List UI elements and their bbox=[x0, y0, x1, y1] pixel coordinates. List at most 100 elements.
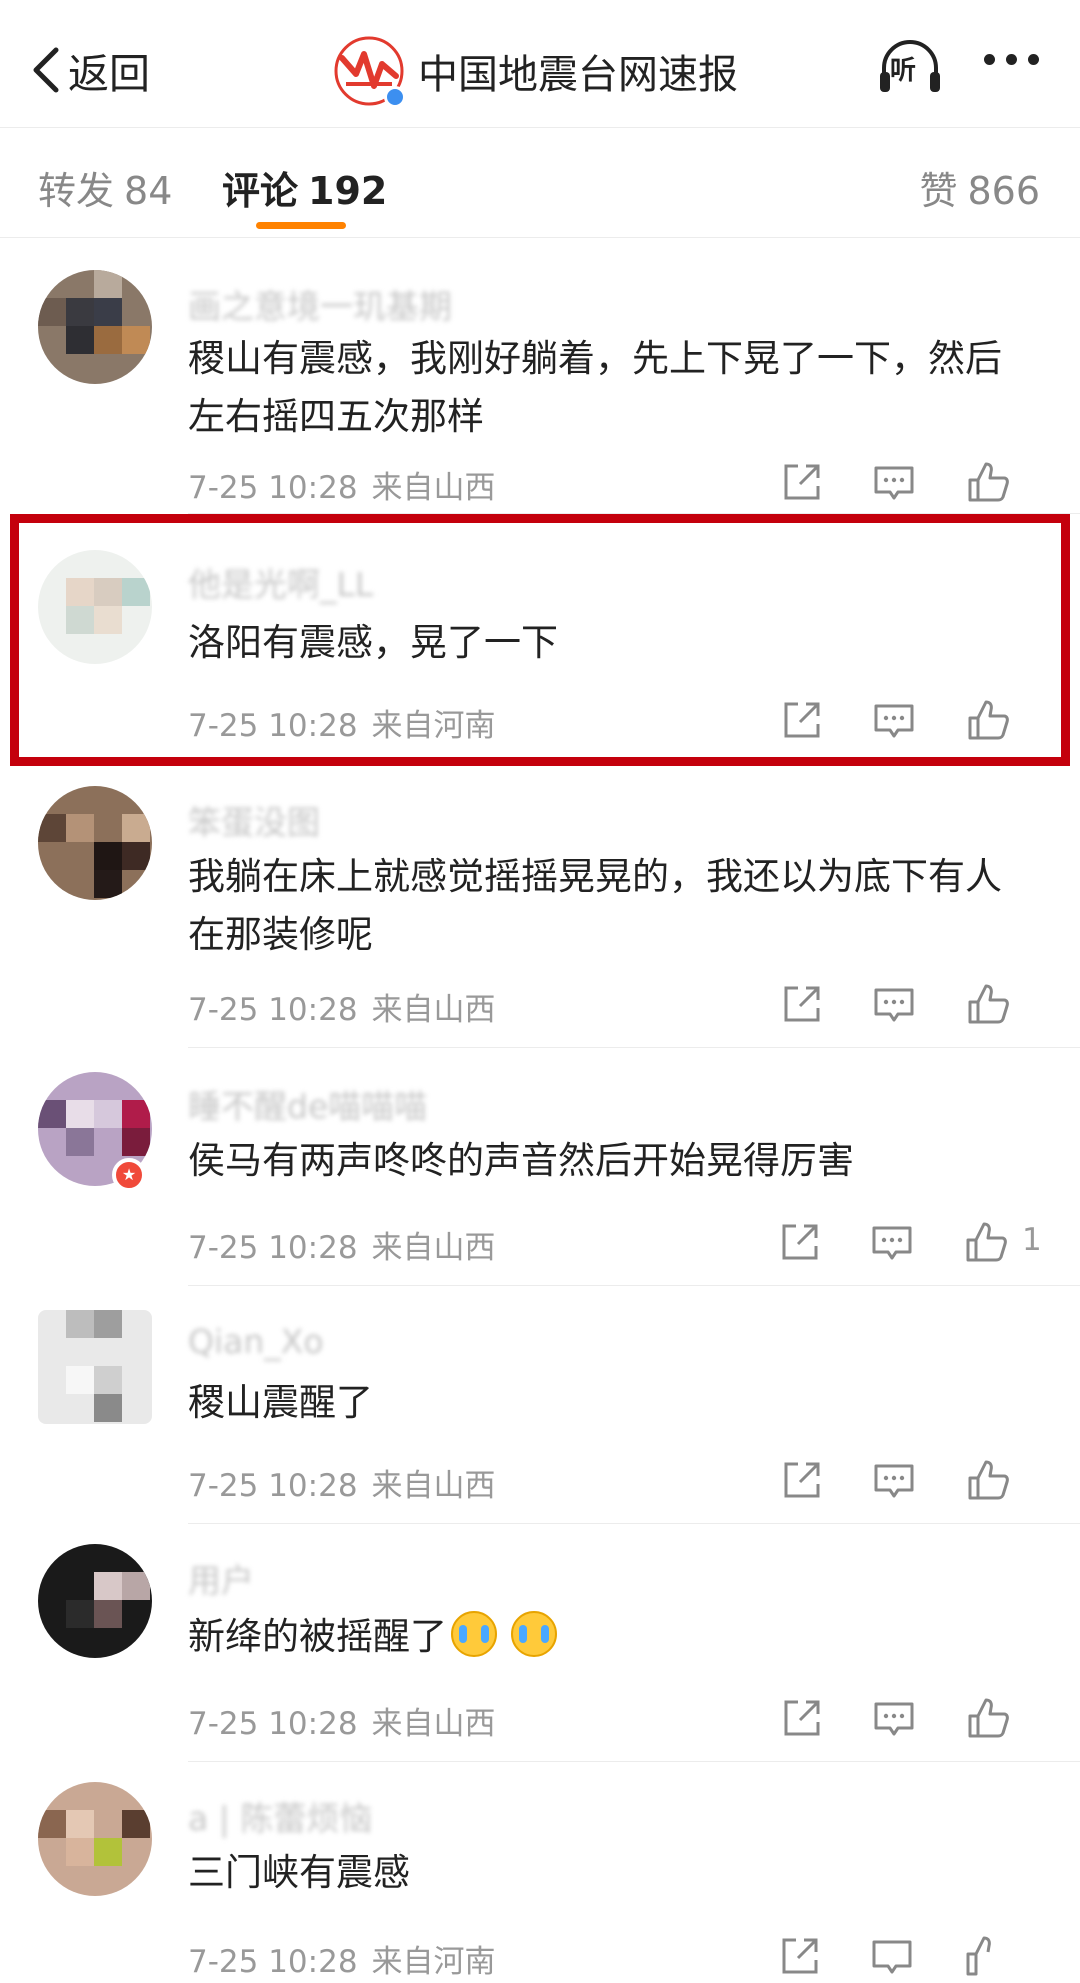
username[interactable]: 笨蛋没图 bbox=[188, 796, 320, 844]
vip-badge-icon: ★ bbox=[112, 1158, 146, 1192]
avatar[interactable] bbox=[38, 270, 152, 384]
reply-button[interactable] bbox=[872, 982, 916, 1026]
username[interactable]: Qian_Xo bbox=[188, 1322, 324, 1361]
username[interactable]: a | 陈蕾烦恼 bbox=[188, 1792, 372, 1840]
comment-time: 7-25 10:28 bbox=[188, 1468, 358, 1504]
comment-region: 来自山西 bbox=[371, 1706, 496, 1742]
tab-comment[interactable]: 评论 192 bbox=[222, 160, 387, 215]
share-icon bbox=[782, 1224, 818, 1260]
share-button[interactable] bbox=[780, 982, 824, 1026]
comment-icon bbox=[872, 1226, 912, 1260]
like-button[interactable] bbox=[966, 1696, 1010, 1740]
avatar[interactable] bbox=[38, 1544, 152, 1658]
comment-item: 笨蛋没图 我躺在床上就感觉摇摇晃晃的，我还以为底下有人在那装修呢 7-25 10… bbox=[0, 766, 1080, 1048]
like-button[interactable] bbox=[966, 698, 1010, 742]
comment-actions bbox=[780, 1458, 1080, 1502]
comment-text: 稷山震醒了 bbox=[188, 1381, 373, 1424]
comment-actions bbox=[780, 698, 1080, 742]
like-button[interactable] bbox=[966, 460, 1010, 504]
avatar[interactable] bbox=[38, 786, 152, 900]
reply-button[interactable] bbox=[872, 698, 916, 742]
comment-region: 来自山西 bbox=[371, 1230, 496, 1266]
comment-item: Qian_Xo 稷山震醒了 7-25 10:28 来自山西 bbox=[0, 1286, 1080, 1524]
top-bar: 返回 中国地震台网速报 听 bbox=[0, 0, 1080, 128]
account-logo bbox=[334, 36, 406, 108]
like-button[interactable] bbox=[966, 982, 1010, 1026]
comment-icon bbox=[874, 466, 914, 500]
share-icon bbox=[782, 1938, 818, 1974]
share-button[interactable] bbox=[778, 1934, 822, 1978]
comment-actions: 1 bbox=[778, 1220, 1052, 1264]
reply-button[interactable] bbox=[872, 1696, 916, 1740]
share-button[interactable] bbox=[780, 698, 824, 742]
like-button[interactable] bbox=[966, 1458, 1010, 1502]
thumbs-up-icon bbox=[968, 984, 1009, 1024]
share-icon bbox=[784, 1462, 820, 1498]
avatar[interactable] bbox=[38, 550, 152, 664]
comment-region: 来自河南 bbox=[371, 708, 496, 744]
comment-time: 7-25 10:28 bbox=[188, 708, 358, 744]
laughing-crying-emoji-icon bbox=[511, 1611, 557, 1657]
laughing-crying-emoji-icon bbox=[451, 1611, 497, 1657]
comment-item: 画之意境一玑基期 稷山有震感，我刚好躺着，先上下晃了一下，然后左右摇四五次那样 … bbox=[0, 238, 1080, 514]
listen-button[interactable]: 听 bbox=[876, 36, 944, 96]
back-button[interactable]: 返回 bbox=[28, 40, 150, 100]
tab-like-count: 866 bbox=[967, 169, 1040, 213]
comment-text: 洛阳有震感，晃了一下 bbox=[188, 621, 558, 664]
reply-button[interactable] bbox=[870, 1220, 914, 1264]
comment-item: 用户 新绛的被摇醒了 7-25 10:28 来自山西 bbox=[0, 1524, 1080, 1762]
share-button[interactable] bbox=[780, 460, 824, 504]
comment-icon bbox=[874, 704, 914, 738]
more-button[interactable] bbox=[984, 54, 1039, 65]
username[interactable]: 睡不醒de喵喵喵 bbox=[188, 1080, 427, 1128]
reply-button[interactable] bbox=[872, 1458, 916, 1502]
share-icon bbox=[784, 986, 820, 1022]
share-button[interactable] bbox=[780, 1696, 824, 1740]
account-title[interactable]: 中国地震台网速报 bbox=[334, 36, 738, 108]
listen-label: 听 bbox=[890, 56, 917, 86]
like-button[interactable] bbox=[964, 1220, 1008, 1264]
comment-meta: 7-25 10:28 来自山西 bbox=[188, 1698, 496, 1743]
comment-region: 来自山西 bbox=[371, 470, 496, 506]
avatar[interactable] bbox=[38, 1310, 152, 1424]
thumbs-up-icon bbox=[968, 700, 1009, 740]
avatar[interactable] bbox=[38, 1782, 152, 1896]
verified-badge-icon bbox=[384, 86, 406, 108]
like-count: 1 bbox=[1022, 1222, 1042, 1258]
tab-active-indicator bbox=[256, 222, 346, 229]
reply-button[interactable] bbox=[870, 1934, 914, 1978]
thumbs-up-icon bbox=[968, 1460, 1009, 1500]
username[interactable]: 用户 bbox=[188, 1554, 254, 1602]
share-icon bbox=[784, 702, 820, 738]
thumbs-up-icon bbox=[966, 1936, 991, 1976]
comment-meta: 7-25 10:28 来自山西 bbox=[188, 984, 496, 1029]
comment-item: 他是光啊_LL 洛阳有震感，晃了一下 7-25 10:28 来自河南 bbox=[0, 514, 1080, 766]
comment-icon bbox=[872, 1940, 912, 1974]
comment-meta: 7-25 10:28 来自河南 bbox=[188, 700, 496, 745]
comment-text: 我躺在床上就感觉摇摇晃晃的，我还以为底下有人在那装修呢 bbox=[188, 855, 1002, 956]
tab-like[interactable]: 赞 866 bbox=[919, 160, 1040, 215]
more-dot-icon bbox=[1028, 54, 1039, 65]
comment-meta: 7-25 10:28 来自山西 bbox=[188, 462, 496, 507]
comment-actions bbox=[778, 1934, 1052, 1978]
comment-item: ★ 睡不醒de喵喵喵 侯马有两声咚咚的声音然后开始晃得厉害 7-25 10:28… bbox=[0, 1048, 1080, 1286]
more-dot-icon bbox=[984, 54, 995, 65]
thumbs-up-icon bbox=[966, 1222, 1007, 1262]
tab-repost-label: 转发 bbox=[38, 169, 115, 213]
comment-text-body: 新绛的被摇醒了 bbox=[188, 1615, 447, 1658]
username[interactable]: 他是光啊_LL bbox=[188, 558, 373, 606]
tab-repost[interactable]: 转发 84 bbox=[38, 160, 172, 215]
comment-time: 7-25 10:28 bbox=[188, 1230, 358, 1266]
like-button[interactable] bbox=[964, 1934, 1008, 1978]
chevron-left-icon bbox=[33, 47, 59, 93]
share-button[interactable] bbox=[780, 1458, 824, 1502]
share-button[interactable] bbox=[778, 1220, 822, 1264]
username[interactable]: 画之意境一玑基期 bbox=[188, 280, 452, 328]
comment-meta: 7-25 10:28 来自河南 bbox=[188, 1936, 496, 1981]
share-icon bbox=[784, 464, 820, 500]
reply-button[interactable] bbox=[872, 460, 916, 504]
comment-time: 7-25 10:28 bbox=[188, 470, 358, 506]
comment-time: 7-25 10:28 bbox=[188, 1944, 358, 1980]
comment-icon bbox=[874, 988, 914, 1022]
tab-comment-label: 评论 bbox=[222, 169, 299, 213]
